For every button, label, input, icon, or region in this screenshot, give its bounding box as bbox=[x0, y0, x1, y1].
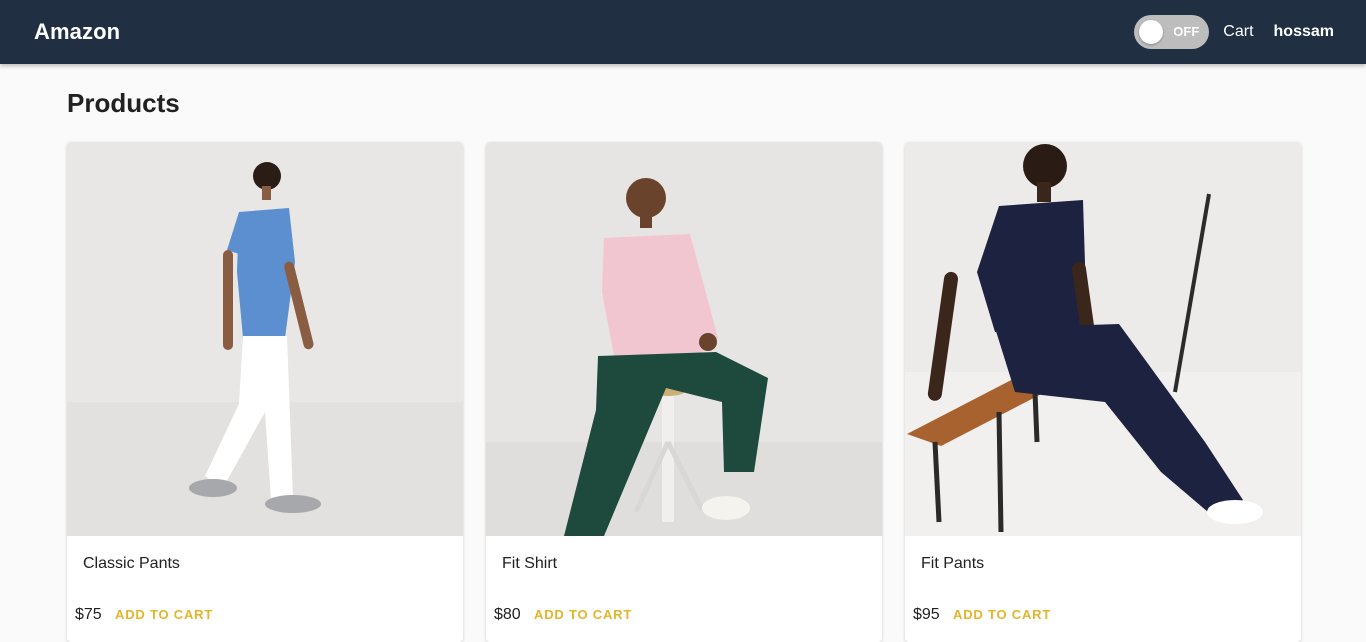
product-price: $95 bbox=[913, 606, 940, 623]
product-grid: Classic Pants $75 ADD TO CART Fit Shirt … bbox=[67, 142, 1301, 642]
product-image[interactable] bbox=[905, 142, 1301, 536]
cart-link[interactable]: Cart bbox=[1223, 23, 1253, 41]
add-to-cart-button[interactable]: ADD TO CART bbox=[534, 607, 632, 622]
product-name: Fit Pants bbox=[921, 555, 985, 572]
page-title: Products bbox=[67, 88, 180, 118]
app-bar: Amazon OFF Cart hossam bbox=[0, 0, 1366, 64]
product-card: Fit Shirt $80 ADD TO CART bbox=[486, 142, 882, 642]
product-name: Fit Shirt bbox=[502, 555, 558, 572]
brand-logo[interactable]: Amazon bbox=[34, 19, 1134, 45]
product-image[interactable] bbox=[486, 142, 882, 536]
theme-toggle[interactable]: OFF bbox=[1134, 15, 1210, 49]
product-price: $75 bbox=[75, 606, 102, 623]
product-price: $80 bbox=[494, 606, 521, 623]
add-to-cart-button[interactable]: ADD TO CART bbox=[953, 607, 1051, 622]
toggle-state-label: OFF bbox=[1173, 24, 1200, 39]
user-menu[interactable]: hossam bbox=[1274, 23, 1334, 41]
product-card: Classic Pants $75 ADD TO CART bbox=[67, 142, 463, 642]
product-image[interactable] bbox=[67, 142, 463, 536]
add-to-cart-button[interactable]: ADD TO CART bbox=[115, 607, 213, 622]
product-card: Fit Pants $95 ADD TO CART bbox=[905, 142, 1301, 642]
toggle-knob bbox=[1139, 20, 1164, 44]
product-name: Classic Pants bbox=[83, 555, 180, 572]
